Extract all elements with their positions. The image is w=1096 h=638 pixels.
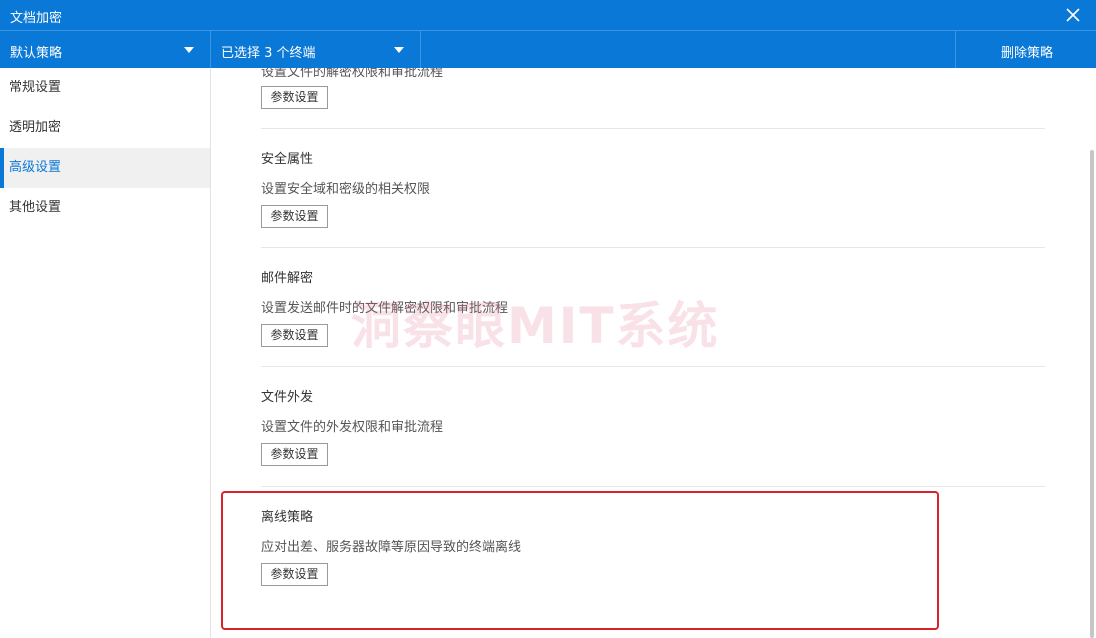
section-title-security: 安全属性 bbox=[261, 152, 314, 167]
close-icon[interactable] bbox=[1062, 4, 1084, 26]
window-title: 文档加密 bbox=[10, 11, 63, 26]
chevron-down-icon bbox=[394, 47, 404, 53]
param-settings-button[interactable]: 参数设置 bbox=[261, 86, 328, 109]
divider bbox=[261, 128, 1045, 129]
section-title-file-outgoing: 文件外发 bbox=[261, 390, 314, 405]
offline-policy-param-settings-button[interactable]: 参数设置 bbox=[261, 563, 328, 586]
toolbar: 默认策略 已选择 3 个终端 删除策略 bbox=[0, 30, 1096, 68]
divider bbox=[261, 366, 1045, 367]
settings-content: 设置文件的解密权限和审批流程 参数设置 安全属性 设置安全域和密级的相关权限 参… bbox=[211, 68, 1096, 638]
policy-select[interactable]: 默认策略 bbox=[0, 31, 211, 68]
section-title-offline-policy: 离线策略 bbox=[261, 510, 314, 525]
section-desc-offline-policy: 应对出差、服务器故障等原因导致的终端离线 bbox=[261, 540, 522, 555]
sidebar-item-label: 高级设置 bbox=[9, 160, 62, 175]
section-desc-mail-decrypt: 设置发送邮件时的文件解密权限和审批流程 bbox=[261, 301, 509, 316]
mail-decrypt-param-settings-button[interactable]: 参数设置 bbox=[261, 324, 328, 347]
policy-select-value: 默认策略 bbox=[10, 46, 63, 61]
divider bbox=[261, 247, 1045, 248]
highlight-box bbox=[221, 491, 939, 630]
sidebar-item-transparent-encryption[interactable]: 透明加密 bbox=[0, 108, 210, 148]
sidebar-item-advanced[interactable]: 高级设置 bbox=[0, 148, 210, 188]
scrollbar-thumb[interactable] bbox=[1090, 150, 1094, 638]
sidebar-item-label: 常规设置 bbox=[9, 80, 62, 95]
section-desc-file-outgoing: 设置文件的外发权限和审批流程 bbox=[261, 420, 444, 435]
section-description: 设置文件的解密权限和审批流程 bbox=[261, 68, 444, 80]
sidebar-item-general[interactable]: 常规设置 bbox=[0, 68, 210, 108]
vertical-scrollbar[interactable] bbox=[1090, 68, 1094, 638]
file-outgoing-param-settings-button[interactable]: 参数设置 bbox=[261, 443, 328, 466]
security-param-settings-button[interactable]: 参数设置 bbox=[261, 205, 328, 228]
sidebar-item-label: 其他设置 bbox=[9, 200, 62, 215]
section-desc-security: 设置安全域和密级的相关权限 bbox=[261, 182, 431, 197]
title-bar: 文档加密 bbox=[0, 0, 1096, 30]
delete-policy-button[interactable]: 删除策略 bbox=[955, 31, 1096, 68]
sidebar-item-other[interactable]: 其他设置 bbox=[0, 188, 210, 228]
terminal-select[interactable]: 已选择 3 个终端 bbox=[211, 31, 421, 68]
terminal-select-value: 已选择 3 个终端 bbox=[221, 46, 316, 61]
delete-policy-label: 删除策略 bbox=[1001, 46, 1054, 61]
sidebar: 常规设置 透明加密 高级设置 其他设置 bbox=[0, 68, 211, 638]
section-title-mail-decrypt: 邮件解密 bbox=[261, 271, 314, 286]
divider bbox=[261, 486, 1045, 487]
chevron-down-icon bbox=[184, 47, 194, 53]
sidebar-item-label: 透明加密 bbox=[9, 120, 62, 135]
